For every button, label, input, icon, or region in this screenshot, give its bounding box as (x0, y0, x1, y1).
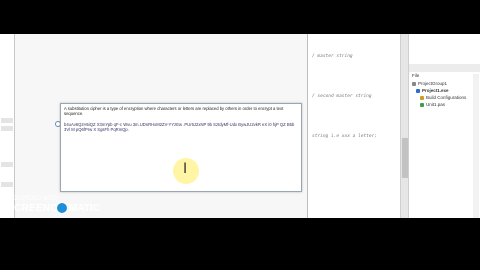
tree-item-unit[interactable]: Unit1.pas (420, 102, 445, 107)
tree-item-label: Build Configurations (426, 95, 467, 100)
project-toolbar[interactable] (409, 64, 480, 72)
memo-cipher-text: b4uAv6QzH5iQZ X3mYpb qF-c Wvu 3m.UDnRHxM… (64, 122, 295, 132)
left-pane (0, 34, 15, 218)
unit-file-icon (420, 102, 424, 107)
project-group-icon (412, 81, 416, 86)
tree-item-label: Project1.exe (422, 88, 449, 93)
project-panel-header-label: File (412, 73, 420, 78)
left-pane-item[interactable] (1, 162, 13, 167)
text-cursor-icon: I (183, 161, 188, 177)
left-pane-item[interactable] (1, 182, 13, 187)
build-config-icon (420, 95, 424, 100)
code-comment: / second master string (312, 94, 372, 99)
project-manager-panel: File ProjectGroup1 Project1.exe Build Co… (408, 34, 480, 218)
watermark-caption: RECORDED WITH (7, 196, 59, 202)
project-scrollbar[interactable] (473, 74, 479, 218)
project-panel-header: File (412, 73, 419, 78)
tree-item-build-configurations[interactable]: Build Configurations (420, 95, 466, 100)
watermark-logo-icon (56, 202, 68, 214)
left-pane-item[interactable] (1, 126, 13, 131)
tree-item-project[interactable]: Project1.exe (416, 88, 449, 93)
code-editor[interactable]: / master string / second master string s… (308, 34, 400, 218)
project-icon (416, 88, 420, 93)
left-pane-item[interactable] (1, 118, 13, 123)
code-comment: string i.e xxx a letter; (312, 134, 378, 139)
tree-item-label: ProjectGroup1 (418, 81, 448, 86)
code-comment: / master string (312, 54, 353, 59)
memo-intro-text: A substitution cipher is a type of encry… (64, 106, 284, 116)
tree-item-project-group[interactable]: ProjectGroup1 (412, 81, 447, 86)
tree-item-label: Unit1.pas (426, 102, 446, 107)
watermark-brand-right: MATIC (69, 203, 100, 214)
